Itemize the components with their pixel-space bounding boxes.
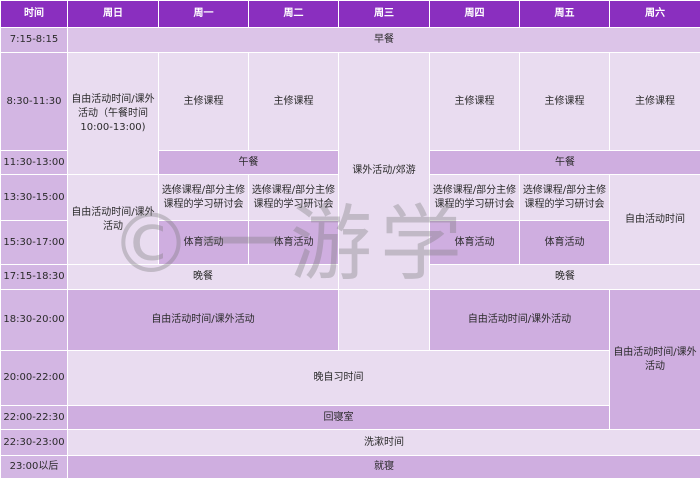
tuesday-core-cell: 主修课程 xyxy=(248,52,339,151)
header-wednesday: 周三 xyxy=(338,0,430,28)
time-cell: 15:30-17:00 xyxy=(0,220,68,265)
back-dorm-cell: 回寝室 xyxy=(67,405,610,430)
header-row: 时间 周日 周一 周二 周三 周四 周五 周六 xyxy=(0,0,700,28)
table-row: 22:00-22:30 回寝室 xyxy=(0,405,700,430)
sunday-afternoon-cell: 自由活动时间/课外活动 xyxy=(67,174,159,265)
wednesday-evening-cell xyxy=(338,289,430,351)
schedule-page: 时间 周日 周一 周二 周三 周四 周五 周六 7:15-8:15 早餐 8:3… xyxy=(0,0,700,480)
time-cell: 22:00-22:30 xyxy=(0,405,68,430)
thursday-elective-cell: 选修课程/部分主修课程的学习研讨会 xyxy=(429,174,520,221)
wash-cell: 洗漱时间 xyxy=(67,429,700,456)
time-cell: 17:15-18:30 xyxy=(0,264,68,290)
weekly-schedule-table: 时间 周日 周一 周二 周三 周四 周五 周六 7:15-8:15 早餐 8:3… xyxy=(0,0,700,479)
thursday-core-cell: 主修课程 xyxy=(429,52,520,151)
self-study-cell: 晚自习时间 xyxy=(67,350,610,406)
header-tuesday: 周二 xyxy=(248,0,339,28)
friday-elective-cell: 选修课程/部分主修课程的学习研讨会 xyxy=(519,174,610,221)
tuesday-sports-cell: 体育活动 xyxy=(248,220,339,265)
monday-elective-cell: 选修课程/部分主修课程的学习研讨会 xyxy=(158,174,249,221)
sunday-morning-cell: 自由活动时间/课外活动（午餐时间 10:00-13:00) xyxy=(67,52,159,175)
time-cell: 23:00以后 xyxy=(0,455,68,479)
sleep-cell: 就寝 xyxy=(67,455,700,479)
time-cell: 22:30-23:00 xyxy=(0,429,68,456)
tuesday-elective-cell: 选修课程/部分主修课程的学习研讨会 xyxy=(248,174,339,221)
friday-core-cell: 主修课程 xyxy=(519,52,610,151)
lunch-thu-sat-cell: 午餐 xyxy=(429,150,700,175)
header-thursday: 周四 xyxy=(429,0,520,28)
time-cell: 8:30-11:30 xyxy=(0,52,68,151)
time-cell: 7:15-8:15 xyxy=(0,27,68,53)
lunch-mon-tue-cell: 午餐 xyxy=(158,150,339,175)
monday-sports-cell: 体育活动 xyxy=(158,220,249,265)
table-row: 8:30-11:30 自由活动时间/课外活动（午餐时间 10:00-13:00)… xyxy=(0,52,700,290)
breakfast-cell: 早餐 xyxy=(67,27,700,53)
evening-free-thu-fri-cell: 自由活动时间/课外活动 xyxy=(429,289,610,351)
header-sunday: 周日 xyxy=(67,0,159,28)
table-row: 7:15-8:15 早餐 xyxy=(0,27,700,53)
time-cell: 20:00-22:00 xyxy=(0,350,68,406)
thursday-sports-cell: 体育活动 xyxy=(429,220,520,265)
header-saturday: 周六 xyxy=(609,0,700,28)
saturday-afternoon-cell: 自由活动时间 xyxy=(609,174,700,265)
evening-free-sun-tue-cell: 自由活动时间/课外活动 xyxy=(67,289,339,351)
wednesday-excursion-cell: 课外活动/郊游 xyxy=(338,52,430,290)
time-cell: 11:30-13:00 xyxy=(0,150,68,175)
saturday-evening-cell: 自由活动时间/课外活动 xyxy=(609,289,700,430)
dinner-sun-tue-cell: 晚餐 xyxy=(67,264,339,290)
header-time: 时间 xyxy=(0,0,68,28)
saturday-core-cell: 主修课程 xyxy=(609,52,700,151)
friday-sports-cell: 体育活动 xyxy=(519,220,610,265)
time-cell: 18:30-20:00 xyxy=(0,289,68,351)
header-friday: 周五 xyxy=(519,0,610,28)
dinner-thu-sat-cell: 晚餐 xyxy=(429,264,700,290)
table-row: 20:00-22:00 晚自习时间 xyxy=(0,350,700,406)
header-monday: 周一 xyxy=(158,0,249,28)
table-row: 23:00以后 就寝 xyxy=(0,455,700,479)
table-row: 22:30-23:00 洗漱时间 xyxy=(0,429,700,456)
time-cell: 13:30-15:00 xyxy=(0,174,68,221)
monday-core-cell: 主修课程 xyxy=(158,52,249,151)
table-row: 18:30-20:00 自由活动时间/课外活动 自由活动时间/课外活动 自由活动… xyxy=(0,289,700,430)
